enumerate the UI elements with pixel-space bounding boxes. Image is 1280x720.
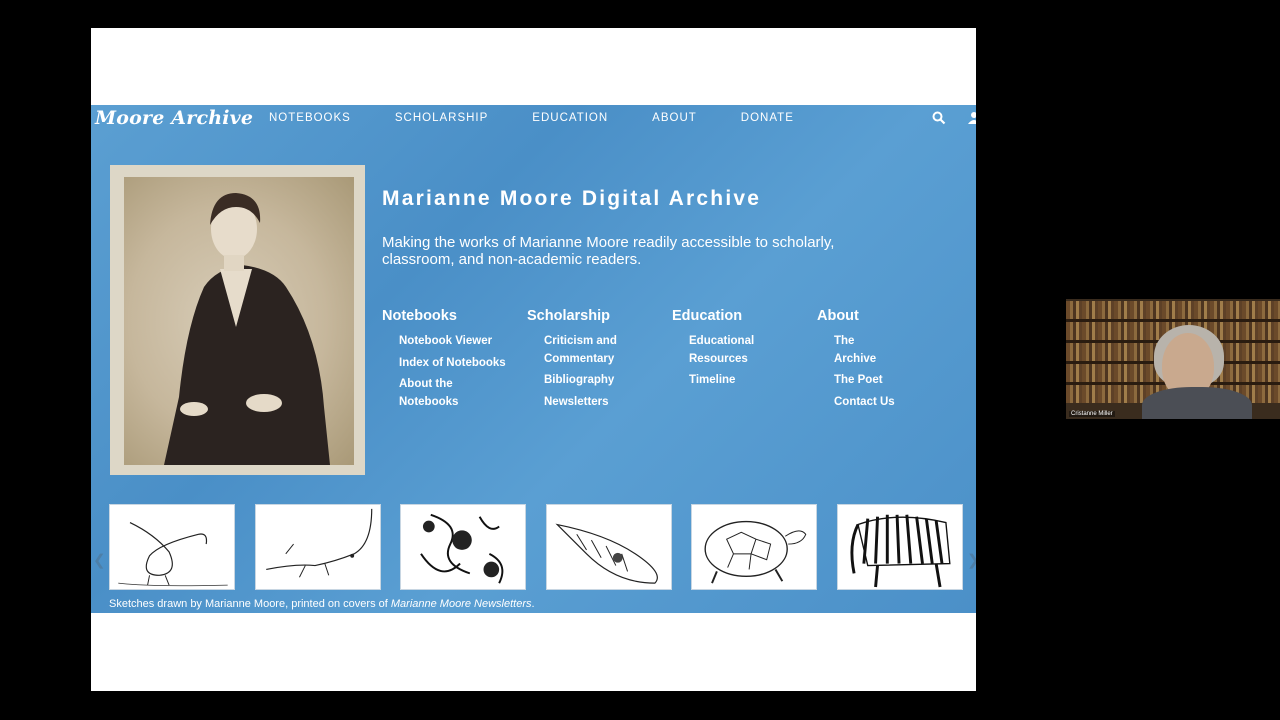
nav-menu: NOTEBOOKS SCHOLARSHIP EDUCATION ABOUT DO…	[269, 105, 838, 131]
nav-about[interactable]: ABOUT	[652, 112, 697, 124]
column-notebooks: Notebooks Notebook Viewer Index of Noteb…	[382, 308, 527, 415]
participant-video-tile[interactable]: Cristanne Miller	[1066, 299, 1280, 419]
nav-donate[interactable]: DONATE	[741, 112, 794, 124]
link-the-poet[interactable]: The Poet	[834, 372, 944, 390]
column-education: Education Educational Resources Timeline	[672, 308, 817, 415]
search-icon[interactable]	[932, 111, 946, 125]
link-bibliography[interactable]: Bibliography	[544, 372, 654, 390]
bookshelf-row	[1066, 301, 1280, 319]
thumbnail-tortoise[interactable]	[691, 504, 818, 590]
thumbnail-kiwi[interactable]	[109, 504, 235, 590]
sketch-carousel	[109, 504, 976, 590]
link-educational-resources[interactable]: Educational Resources	[689, 333, 799, 368]
participant-name-label: Cristanne Miller	[1069, 411, 1115, 417]
link-notebook-viewer[interactable]: Notebook Viewer	[399, 333, 509, 351]
caption-period: .	[531, 598, 535, 610]
caption-text: Sketches drawn by Marianne Moore, printe…	[109, 598, 391, 610]
nav-scholarship[interactable]: SCHOLARSHIP	[395, 112, 488, 124]
link-criticism-and-commentary[interactable]: Criticism and Commentary	[544, 333, 654, 368]
participant-body	[1142, 387, 1252, 419]
marianne-moore-portrait	[124, 177, 354, 465]
carousel-prev-icon[interactable]: ❮	[93, 551, 106, 569]
column-heading-about[interactable]: About	[817, 308, 962, 324]
column-heading-education[interactable]: Education	[672, 308, 817, 324]
link-columns: Notebooks Notebook Viewer Index of Noteb…	[382, 308, 962, 415]
shared-screen: Moore Archive NOTEBOOKS SCHOLARSHIP EDUC…	[91, 28, 976, 691]
gallery-caption: Sketches drawn by Marianne Moore, printe…	[109, 598, 535, 610]
user-icon[interactable]	[967, 111, 976, 125]
link-the-archive[interactable]: The Archive	[834, 333, 894, 368]
link-timeline[interactable]: Timeline	[689, 372, 799, 390]
top-navigation: Moore Archive NOTEBOOKS SCHOLARSHIP EDUC…	[91, 105, 976, 131]
link-contact-us[interactable]: Contact Us	[834, 394, 944, 412]
nav-education[interactable]: EDUCATION	[532, 112, 608, 124]
column-scholarship: Scholarship Criticism and Commentary Bib…	[527, 308, 672, 415]
column-heading-notebooks[interactable]: Notebooks	[382, 308, 527, 324]
link-index-of-notebooks[interactable]: Index of Notebooks	[399, 355, 509, 373]
thumbnail-zebra[interactable]	[836, 504, 963, 590]
portrait-photo	[110, 165, 365, 475]
archive-website: Moore Archive NOTEBOOKS SCHOLARSHIP EDUC…	[91, 105, 976, 613]
column-heading-scholarship[interactable]: Scholarship	[527, 308, 672, 324]
thumbnail-shell[interactable]	[545, 504, 672, 590]
nav-notebooks[interactable]: NOTEBOOKS	[269, 112, 351, 124]
page-subtitle: Making the works of Marianne Moore readi…	[382, 234, 835, 268]
thumbnail-lizard[interactable]	[254, 504, 381, 590]
site-logo[interactable]: Moore Archive	[95, 105, 253, 131]
caption-italic-title: Marianne Moore Newsletters	[390, 598, 532, 610]
thumbnail-figures[interactable]	[400, 504, 527, 590]
link-about-the-notebooks[interactable]: About the Notebooks	[399, 376, 509, 411]
page-title: Marianne Moore Digital Archive	[382, 187, 762, 210]
link-newsletters[interactable]: Newsletters	[544, 394, 654, 412]
column-about: About The Archive The Poet Contact Us	[817, 308, 962, 415]
